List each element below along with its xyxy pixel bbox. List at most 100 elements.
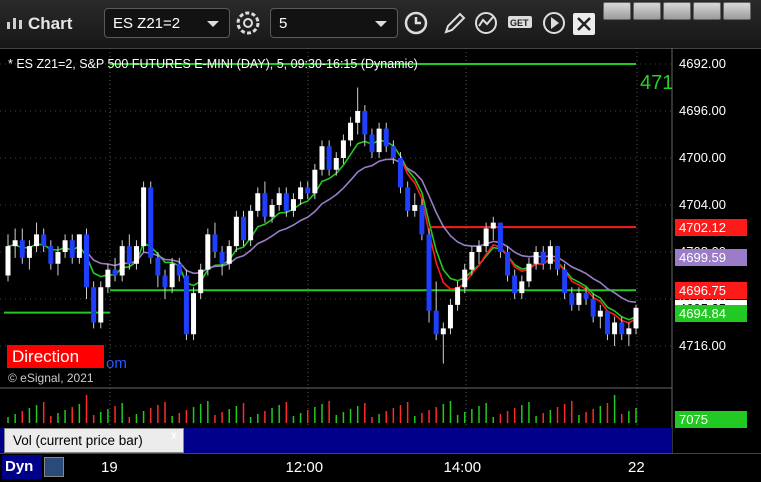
restore-icon[interactable]	[633, 2, 661, 20]
candle-body	[505, 252, 511, 276]
time-tick-label: 12:00	[285, 459, 324, 476]
candle-body	[62, 240, 68, 252]
pencil-icon[interactable]	[438, 8, 470, 38]
candle-body	[162, 275, 168, 288]
price-tick-label: 4700.00	[679, 150, 726, 165]
candle-body	[562, 269, 568, 294]
gear-icon[interactable]	[232, 8, 264, 38]
candle-body	[41, 234, 47, 247]
candle-body	[312, 169, 318, 194]
candle-body	[112, 269, 118, 276]
chart-header: * ES Z21=2, S&P 500 FUTURES E-MINI (DAY)…	[8, 57, 418, 71]
candle-body	[298, 187, 304, 200]
price-chart[interactable]	[0, 48, 761, 481]
candle-body	[262, 193, 268, 217]
candle-body	[126, 246, 132, 264]
candle-body	[433, 310, 439, 335]
price-tag: 4702.12	[675, 219, 747, 237]
candle-body	[462, 269, 468, 288]
candle-body	[597, 310, 603, 317]
svg-text:GET: GET	[510, 18, 529, 28]
minimize-icon[interactable]	[663, 2, 691, 20]
play-icon[interactable]	[540, 8, 572, 38]
candle-body	[276, 193, 282, 205]
chart-app-icon	[7, 18, 22, 29]
candle-body	[191, 293, 197, 335]
candle-body	[205, 234, 211, 270]
candle-body	[226, 246, 232, 264]
candle-body	[305, 187, 311, 194]
time-tick-label: 19	[101, 459, 118, 476]
candle-body	[383, 128, 389, 147]
candle-body	[183, 275, 189, 335]
price-tick-label: 4704.00	[679, 197, 726, 212]
direction-label[interactable]: Direction	[7, 345, 104, 368]
clock-icon[interactable]	[400, 8, 432, 38]
candle-body	[84, 234, 89, 288]
candle-body	[555, 246, 560, 270]
candle-body	[19, 240, 25, 258]
candle-body	[283, 193, 289, 211]
candle-body	[633, 307, 639, 329]
candle-body	[376, 128, 382, 153]
candle-body	[48, 246, 54, 264]
candle-body	[212, 234, 218, 252]
symbol-input[interactable]: ES Z21=2	[104, 8, 230, 38]
candle-body	[34, 234, 40, 247]
candle-body	[176, 263, 182, 276]
settings-icon[interactable]	[44, 457, 64, 477]
candle-body	[105, 269, 111, 288]
study-icon[interactable]	[472, 8, 504, 38]
price-tick-label: 4692.00	[679, 56, 726, 71]
title-bar: Chart ES Z21=2 5 GET	[0, 0, 761, 49]
candle-body	[12, 240, 18, 247]
candle-body	[269, 205, 275, 217]
candle-body	[533, 252, 539, 264]
candle-body	[233, 216, 239, 247]
candle-body	[540, 252, 546, 264]
candle-body	[390, 146, 396, 158]
candle-body	[5, 246, 11, 276]
level-label-top: 471	[640, 72, 674, 94]
candle-body	[248, 210, 254, 241]
chevron-down-icon[interactable]	[375, 21, 387, 27]
candle-body	[590, 299, 596, 317]
close-window-icon[interactable]	[570, 8, 602, 38]
candle-body	[348, 122, 354, 141]
candle-body	[69, 240, 75, 258]
copyright-text: © eSignal, 2021	[8, 371, 94, 385]
candle-body	[476, 246, 482, 252]
app-title: Chart	[28, 14, 73, 33]
candle-body	[155, 257, 161, 276]
candle-body	[440, 328, 446, 335]
chevron-down-icon[interactable]	[207, 21, 219, 27]
candle-body	[119, 246, 125, 276]
candle-body	[141, 187, 147, 247]
volume-close-icon[interactable]: x	[171, 428, 177, 442]
price-tick-label: 4696.00	[679, 103, 726, 118]
get-icon[interactable]: GET	[506, 8, 538, 38]
dynamic-button[interactable]: Dyn	[2, 455, 42, 479]
candle-body	[169, 263, 175, 288]
candle-body	[419, 205, 425, 235]
candle-body	[583, 293, 589, 299]
interval-input[interactable]: 5	[270, 8, 398, 38]
link-icon[interactable]	[603, 2, 631, 20]
maximize-icon[interactable]	[693, 2, 721, 20]
candle-body	[569, 293, 575, 305]
candle-body	[626, 328, 632, 335]
candle-body	[398, 158, 403, 188]
candle-body	[326, 146, 332, 170]
price-tick-label: 4716.00	[679, 338, 726, 353]
volume-label[interactable]: Vol (current price bar)	[4, 428, 184, 453]
time-tick-label: 14:00	[443, 459, 482, 476]
candle-body	[55, 252, 61, 264]
volume-value-tag: 7075	[675, 411, 747, 428]
price-tag: 4696.75	[675, 282, 747, 300]
candle-body	[412, 205, 418, 211]
ma-line-purple	[85, 158, 637, 303]
close-icon[interactable]	[723, 2, 751, 20]
price-tag: 4694.84	[675, 304, 747, 322]
candle-body	[405, 187, 411, 211]
candle-body	[98, 287, 104, 323]
